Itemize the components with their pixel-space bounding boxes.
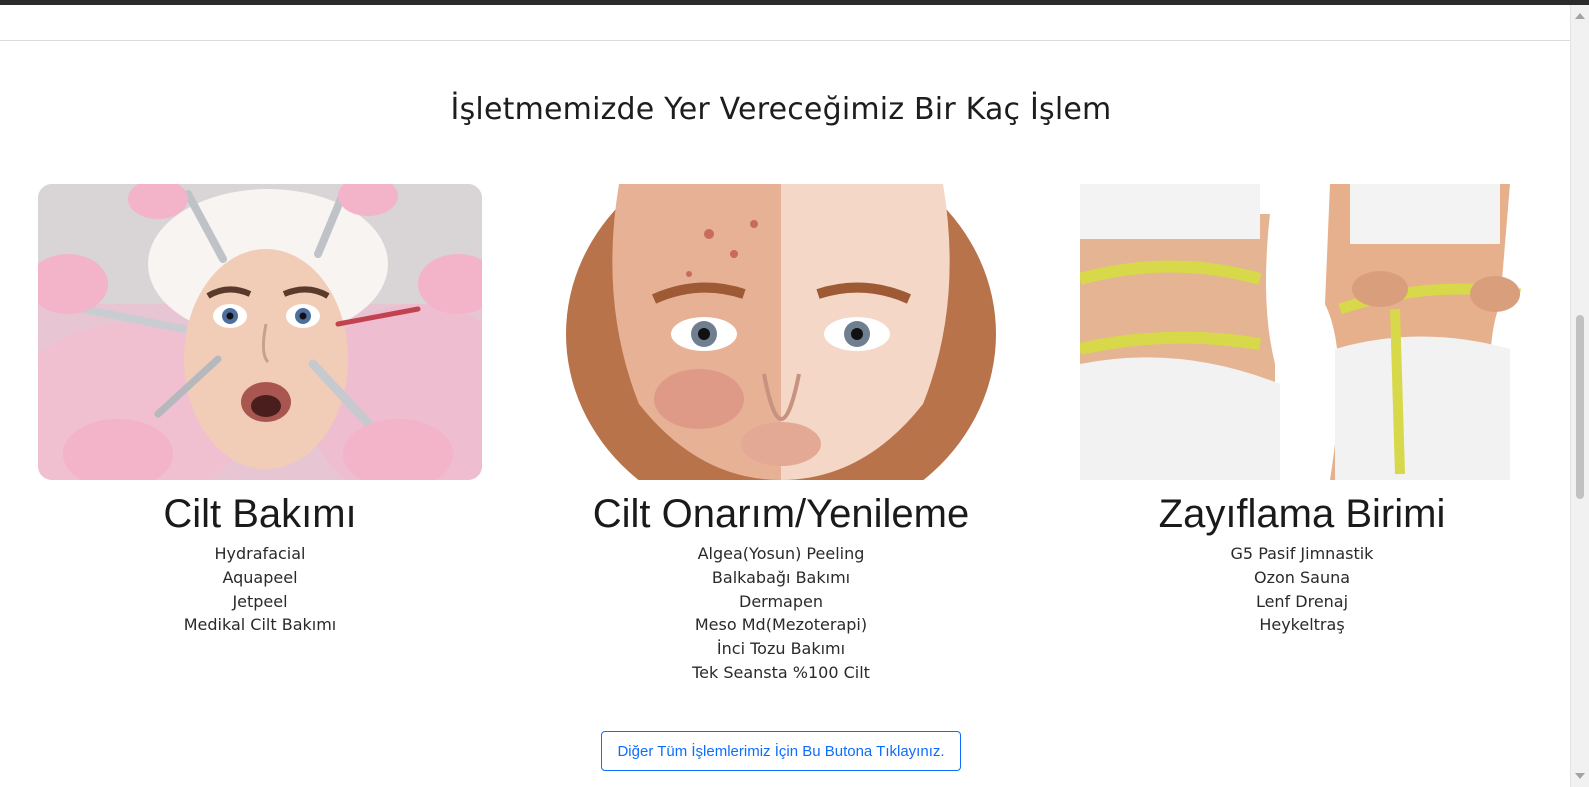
- list-item: Dermapen: [739, 591, 823, 611]
- all-services-button[interactable]: Diğer Tüm İşlemlerimiz İçin Bu Butona Tı…: [601, 731, 961, 771]
- skin-before-after-photo: [559, 184, 1003, 480]
- service-card-skin-repair: Cilt Onarım/Yenileme Algea(Yosun) Peelin…: [559, 184, 1003, 685]
- card-title: Cilt Bakımı: [163, 492, 357, 536]
- list-item: Ozon Sauna: [1253, 567, 1351, 587]
- list-item: İnci Tozu Bakımı: [716, 639, 846, 659]
- scroll-up-icon[interactable]: [1575, 13, 1585, 19]
- list-item: Hydrafacial: [214, 544, 306, 563]
- list-item: Lenf Drenaj: [1255, 591, 1349, 611]
- waist-measuring-photo: [1080, 184, 1524, 480]
- service-list: Hydrafacial Aquapeel Jetpeel Medikal Cil…: [38, 542, 482, 637]
- section-title: İşletmemizde Yer Vereceğimiz Bir Kaç İşl…: [450, 92, 1112, 127]
- header-divider: [0, 40, 1570, 41]
- facial-treatment-photo: [38, 184, 482, 480]
- scrollbar-thumb[interactable]: [1576, 315, 1584, 499]
- card-title: Zayıflama Birimi: [1158, 492, 1446, 536]
- list-item: G5 Pasif Jimnastik: [1230, 544, 1374, 563]
- list-item: Aquapeel: [222, 567, 298, 587]
- list-item: Algea(Yosun) Peeling: [697, 544, 865, 563]
- page-scrollbar[interactable]: [1570, 5, 1589, 787]
- service-list: G5 Pasif Jimnastik Ozon Sauna Lenf Drena…: [1080, 542, 1524, 637]
- service-card-slimming: Zayıflama Birimi G5 Pasif Jimnastik Ozon…: [1080, 184, 1524, 637]
- card-title: Cilt Onarım/Yenileme: [592, 492, 970, 536]
- browser-top-bar: [0, 0, 1589, 5]
- list-item: Tek Seansta %100 Cilt: [692, 662, 870, 682]
- service-list: Algea(Yosun) Peeling Balkabağı Bakımı De…: [559, 542, 1003, 685]
- list-item: Medikal Cilt Bakımı: [183, 615, 337, 635]
- list-item: Jetpeel: [232, 591, 288, 611]
- scroll-down-icon[interactable]: [1575, 773, 1585, 779]
- service-card-skin-care: Cilt Bakımı Hydrafacial Aquapeel Jetpeel…: [38, 184, 482, 637]
- list-item: Balkabağı Bakımı: [711, 567, 851, 587]
- list-item: Heykeltraş: [1259, 615, 1345, 635]
- list-item: Meso Md(Mezoterapi): [694, 615, 868, 635]
